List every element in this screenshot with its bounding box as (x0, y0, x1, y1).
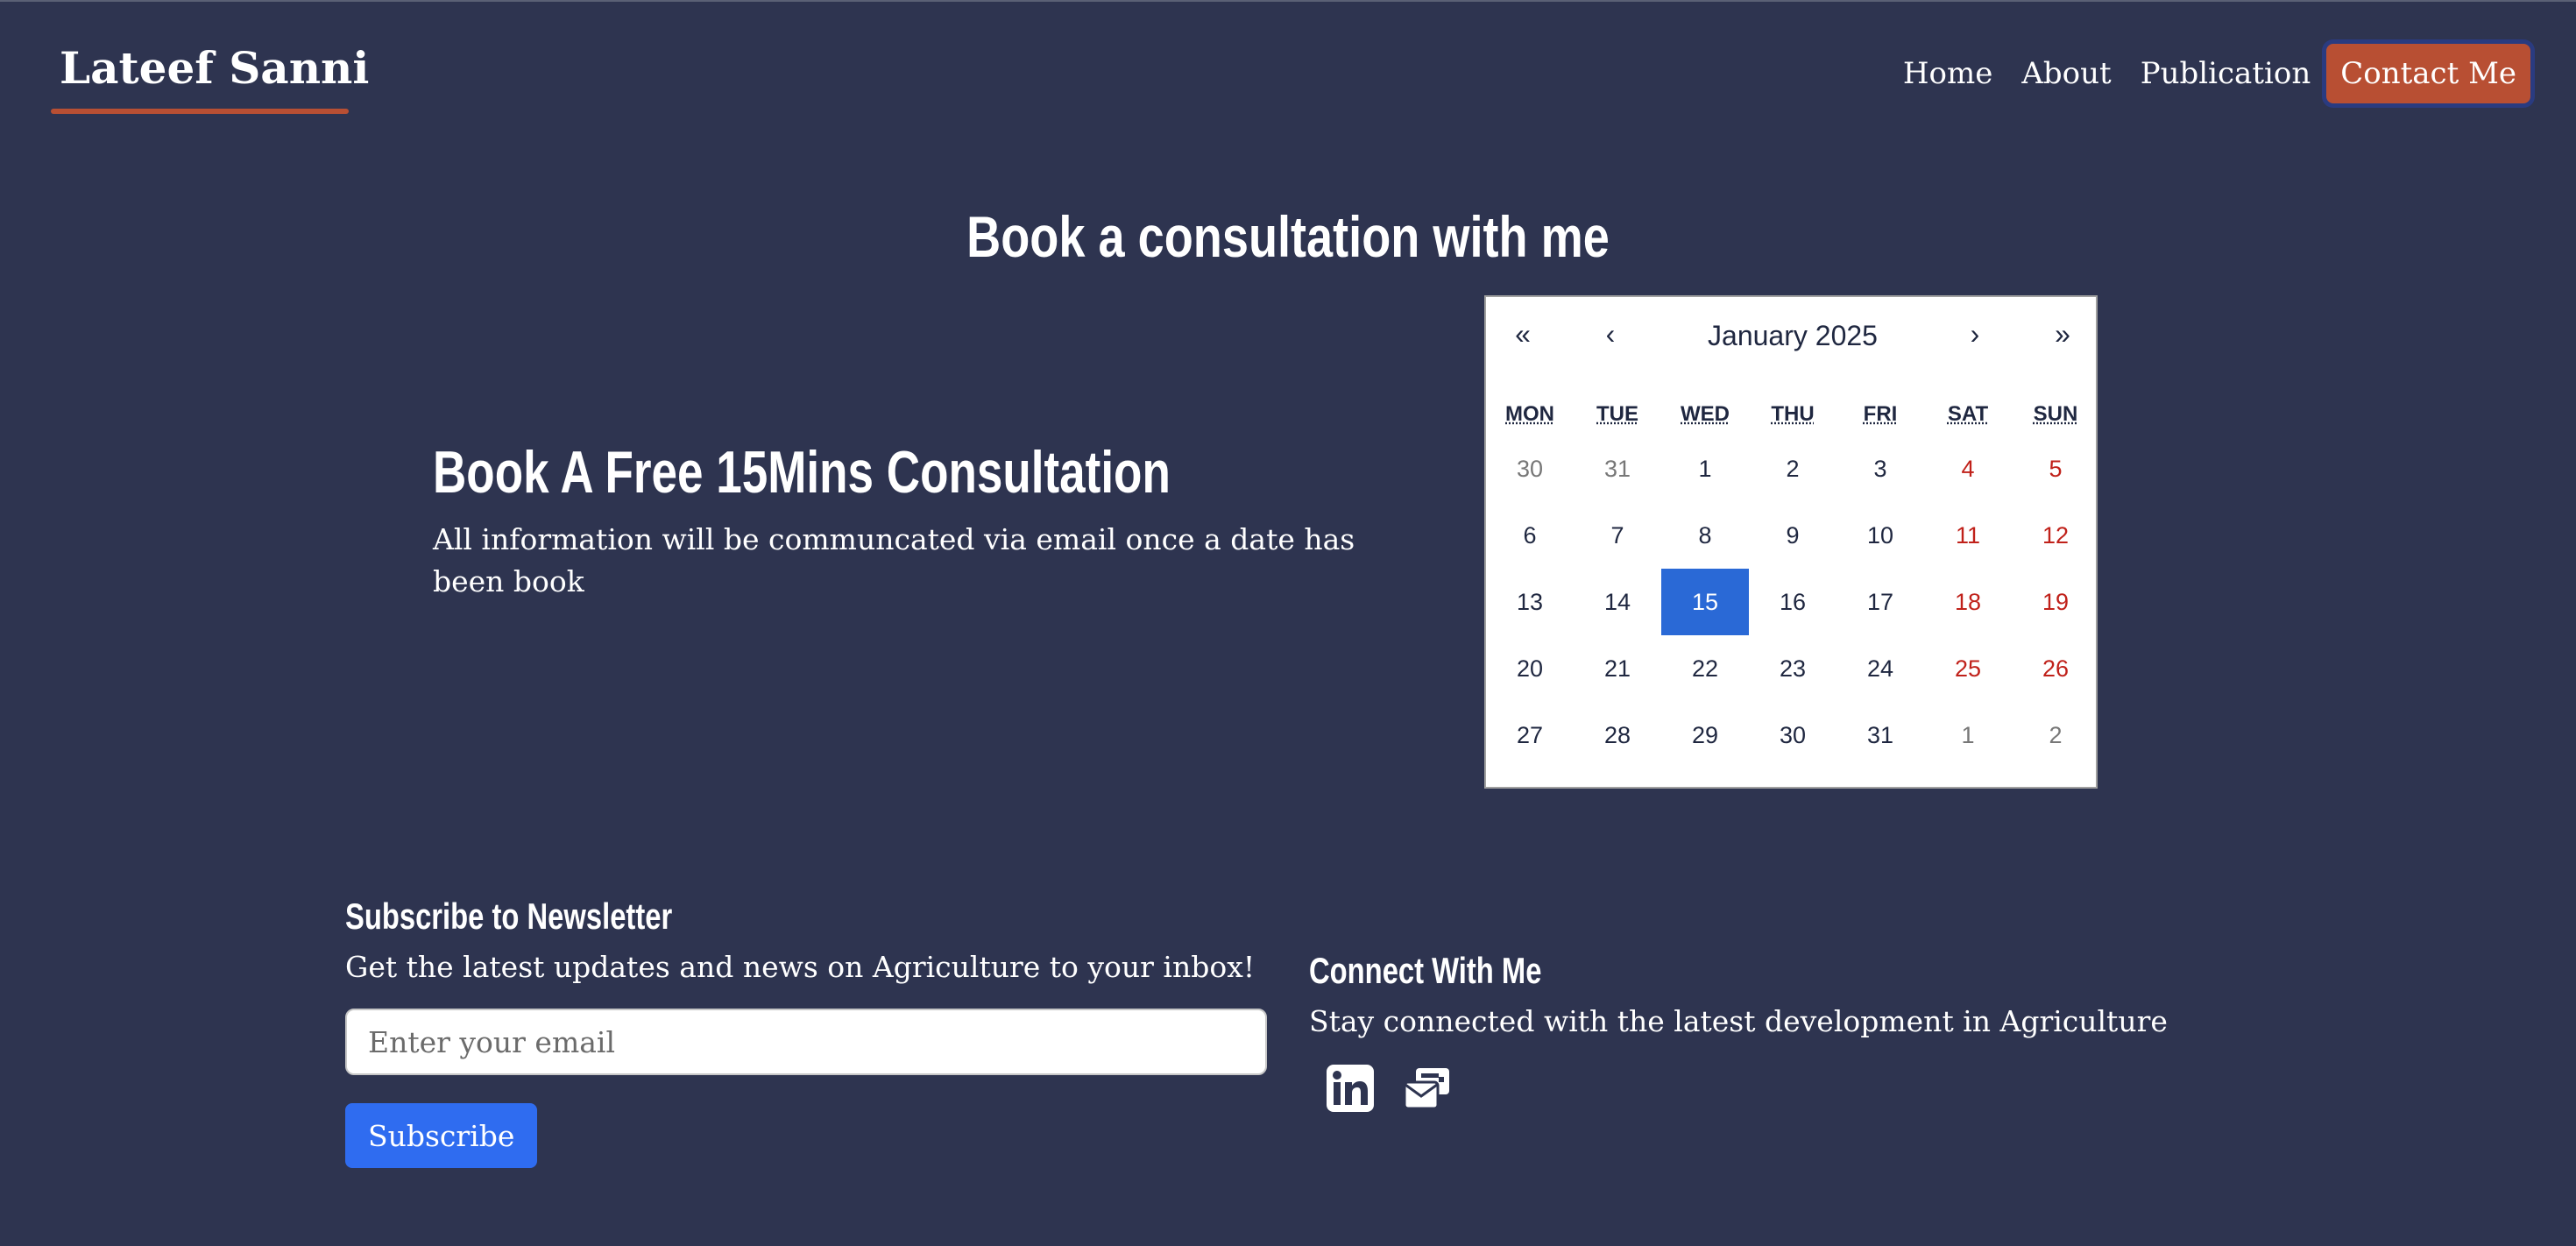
consult-section: Book A Free 15Mins Consultation All info… (433, 438, 1432, 603)
calendar-day[interactable]: 31 (1836, 702, 1924, 768)
connect-section: Connect With Me Stay connected with the … (1309, 950, 2273, 1114)
calendar-day[interactable]: 1 (1661, 435, 1749, 502)
next-month-button[interactable]: › (1949, 318, 2001, 350)
calendar-day[interactable]: 27 (1486, 702, 1574, 768)
calendar-day[interactable]: 13 (1486, 569, 1574, 635)
calendar-day[interactable]: 26 (2012, 635, 2099, 702)
calendar-day[interactable]: 17 (1836, 569, 1924, 635)
calendar-navigation: « ‹ January 2025 › » (1486, 297, 2096, 376)
newsletter-description: Get the latest updates and news on Agric… (345, 950, 1256, 984)
calendar-day[interactable]: 10 (1836, 502, 1924, 569)
consult-heading: Book A Free 15Mins Consultation (433, 439, 1171, 506)
brand-underline (51, 109, 349, 114)
calendar-day[interactable]: 11 (1924, 502, 2012, 569)
calendar-day-selected[interactable]: 15 (1661, 569, 1749, 635)
calendar-day[interactable]: 2 (2012, 702, 2099, 768)
email-icon[interactable] (1402, 1063, 1453, 1114)
next-year-button[interactable]: » (2036, 318, 2089, 350)
linkedin-icon[interactable] (1325, 1063, 1376, 1114)
calendar-day[interactable]: 8 (1661, 502, 1749, 569)
calendar-day[interactable]: 23 (1749, 635, 1836, 702)
calendar-day[interactable]: 12 (2012, 502, 2099, 569)
weekday-label: SAT (1947, 402, 1989, 426)
consult-description: All information will be communcated via … (433, 522, 1355, 598)
calendar-day[interactable]: 30 (1749, 702, 1836, 768)
calendar-day[interactable]: 7 (1574, 502, 1661, 569)
weekday-label: FRI (1863, 402, 1898, 426)
email-input[interactable] (345, 1009, 1267, 1075)
weekday-label: MON (1505, 402, 1554, 426)
brand-logo[interactable]: Lateef Sanni (51, 39, 369, 116)
brand-name: Lateef Sanni (60, 42, 370, 94)
top-border (0, 0, 2576, 2)
calendar-weekdays: MON TUE WED THU FRI SAT SUN (1486, 402, 2099, 427)
calendar-day[interactable]: 31 (1574, 435, 1661, 502)
calendar-days-grid: 30 31 1 2 3 4 5 6 7 8 9 10 11 12 13 14 15 16 17 18 19 20 21 22 2… (1486, 435, 2099, 768)
calendar-day[interactable]: 24 (1836, 635, 1924, 702)
calendar-day[interactable]: 6 (1486, 502, 1574, 569)
calendar-day[interactable]: 29 (1661, 702, 1749, 768)
calendar-day[interactable]: 30 (1486, 435, 1574, 502)
newsletter-section: Subscribe to Newsletter Get the latest u… (345, 896, 1267, 1168)
date-picker-calendar: « ‹ January 2025 › » MON TUE WED THU FRI… (1484, 295, 2098, 789)
calendar-day[interactable]: 2 (1749, 435, 1836, 502)
calendar-day[interactable]: 28 (1574, 702, 1661, 768)
connect-description: Stay connected with the latest developme… (1309, 1004, 2168, 1038)
nav-about[interactable]: About (2021, 56, 2111, 91)
calendar-day[interactable]: 22 (1661, 635, 1749, 702)
page-title: Book a consultation with me (966, 204, 1610, 269)
calendar-day[interactable]: 16 (1749, 569, 1836, 635)
calendar-day[interactable]: 4 (1924, 435, 2012, 502)
contact-me-button[interactable]: Contact Me (2326, 44, 2530, 103)
nav-home[interactable]: Home (1903, 56, 1992, 91)
calendar-day[interactable]: 21 (1574, 635, 1661, 702)
calendar-day[interactable]: 20 (1486, 635, 1574, 702)
subscribe-button[interactable]: Subscribe (345, 1103, 538, 1168)
main-nav: Home About Publication Contact Me (1903, 35, 2530, 112)
calendar-month-label[interactable]: January 2025 (1486, 320, 2099, 352)
calendar-day[interactable]: 5 (2012, 435, 2099, 502)
newsletter-heading: Subscribe to Newsletter (345, 896, 673, 937)
connect-heading: Connect With Me (1309, 950, 1542, 991)
calendar-day[interactable]: 18 (1924, 569, 2012, 635)
calendar-day[interactable]: 9 (1749, 502, 1836, 569)
calendar-day[interactable]: 3 (1836, 435, 1924, 502)
nav-publication[interactable]: Publication (2141, 56, 2311, 91)
calendar-day[interactable]: 1 (1924, 702, 2012, 768)
weekday-label: SUN (2033, 402, 2078, 426)
weekday-label: TUE (1596, 402, 1638, 426)
calendar-day[interactable]: 14 (1574, 569, 1661, 635)
weekday-label: THU (1771, 402, 1815, 426)
calendar-day[interactable]: 19 (2012, 569, 2099, 635)
social-links (1325, 1063, 2273, 1114)
calendar-day[interactable]: 25 (1924, 635, 2012, 702)
weekday-label: WED (1681, 402, 1730, 426)
